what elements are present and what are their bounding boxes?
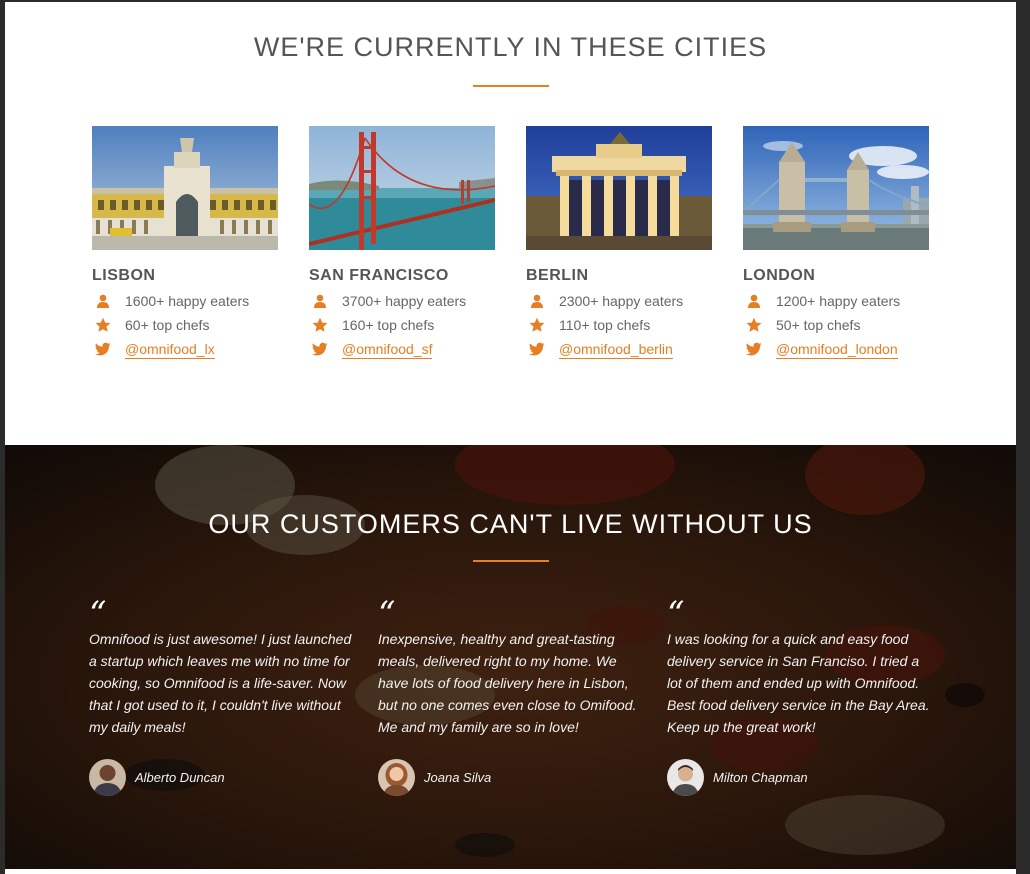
star-icon: [312, 317, 328, 332]
city-feature-eaters: 3700+ happy eaters: [309, 289, 495, 313]
city-feature-eaters: 1200+ happy eaters: [743, 289, 929, 313]
star-icon: [746, 317, 762, 332]
testimonial-text: Omnifood is just awesome! I just launche…: [89, 631, 352, 735]
city-name: LISBON: [92, 267, 156, 284]
city-chefs-text: 160+ top chefs: [342, 317, 435, 333]
city-photo-lisbon: [92, 126, 278, 250]
city-chefs-text: 60+ top chefs: [125, 317, 210, 333]
quote-icon: “: [667, 594, 685, 634]
city-name: LONDON: [743, 267, 816, 284]
city-box-london: LONDON 1200+ happy eaters 50+ top chefs …: [743, 126, 929, 361]
city-feature-twitter: @omnifood_lx: [92, 337, 278, 361]
city-eaters-text: 2300+ happy eaters: [559, 293, 684, 309]
avatar: [667, 758, 704, 796]
twitter-icon: [746, 342, 762, 356]
city-feature-twitter: @omnifood_london: [743, 337, 929, 361]
twitter-icon: [95, 342, 111, 356]
city-twitter-link[interactable]: @omnifood_london: [776, 341, 898, 359]
city-box-san-francisco: SAN FRANCISCO 3700+ happy eaters 160+ to…: [309, 126, 495, 361]
title-divider: [473, 85, 549, 87]
city-chefs-text: 50+ top chefs: [776, 317, 861, 333]
quote-icon: “: [378, 594, 396, 634]
city-feature-chefs: 110+ top chefs: [526, 313, 712, 337]
person-icon: [314, 294, 326, 308]
cities-section: WE'RE CURRENTLY IN THESE CITIES LISBON 1…: [5, 2, 1016, 445]
city-twitter-link[interactable]: @omnifood_lx: [125, 341, 215, 359]
quote-icon: “: [89, 594, 107, 634]
star-icon: [529, 317, 545, 332]
city-chefs-text: 110+ top chefs: [559, 317, 651, 333]
city-feature-chefs: 160+ top chefs: [309, 313, 495, 337]
city-feature-chefs: 60+ top chefs: [92, 313, 278, 337]
person-icon: [748, 294, 760, 308]
testimonial-author: Milton Chapman: [713, 769, 808, 785]
testimonial-cite: Joana Silva: [378, 758, 646, 796]
city-feature-twitter: @omnifood_berlin: [526, 337, 712, 361]
city-feature-eaters: 2300+ happy eaters: [526, 289, 712, 313]
city-eaters-text: 1200+ happy eaters: [776, 293, 901, 309]
avatar: [378, 758, 415, 796]
city-feature-twitter: @omnifood_sf: [309, 337, 495, 361]
testimonial-card: “ Omnifood is just awesome! I just launc…: [89, 594, 357, 796]
city-eaters-text: 1600+ happy eaters: [125, 293, 250, 309]
testimonial-author: Alberto Duncan: [135, 769, 225, 785]
testimonial-text: I was looking for a quick and easy food …: [667, 631, 930, 735]
page-frame: WE'RE CURRENTLY IN THESE CITIES LISBON 1…: [5, 2, 1016, 874]
city-twitter-link[interactable]: @omnifood_berlin: [559, 341, 673, 359]
city-photo-berlin: [526, 126, 712, 250]
city-name: SAN FRANCISCO: [309, 267, 449, 284]
star-icon: [95, 317, 111, 332]
testimonials-section-title: OUR CUSTOMERS CAN'T LIVE WITHOUT US: [208, 509, 813, 539]
city-feature-eaters: 1600+ happy eaters: [92, 289, 278, 313]
testimonial-card: “ Inexpensive, healthy and great-tasting…: [378, 594, 646, 796]
city-box-berlin: BERLIN 2300+ happy eaters 110+ top chefs…: [526, 126, 712, 361]
title-divider: [473, 560, 549, 562]
testimonial-author: Joana Silva: [424, 769, 492, 785]
city-eaters-text: 3700+ happy eaters: [342, 293, 467, 309]
cities-section-title: WE'RE CURRENTLY IN THESE CITIES: [253, 32, 768, 62]
person-icon: [97, 294, 109, 308]
city-twitter-link[interactable]: @omnifood_sf: [342, 341, 433, 359]
testimonial-cite: Milton Chapman: [667, 758, 935, 796]
city-photo-london: [743, 126, 929, 250]
testimonials-section: OUR CUSTOMERS CAN'T LIVE WITHOUT US “ Om…: [5, 445, 1016, 869]
testimonial-text: Inexpensive, healthy and great-tasting m…: [378, 631, 637, 735]
avatar: [89, 758, 126, 796]
city-box-lisbon: LISBON 1600+ happy eaters 60+ top chefs …: [92, 126, 278, 361]
twitter-icon: [312, 342, 328, 356]
city-feature-chefs: 50+ top chefs: [743, 313, 929, 337]
testimonial-cite: Alberto Duncan: [89, 758, 357, 796]
city-photo-san-francisco: [309, 126, 495, 250]
city-name: BERLIN: [526, 267, 589, 284]
person-icon: [531, 294, 543, 308]
testimonial-card: “ I was looking for a quick and easy foo…: [667, 594, 935, 796]
twitter-icon: [529, 342, 545, 356]
